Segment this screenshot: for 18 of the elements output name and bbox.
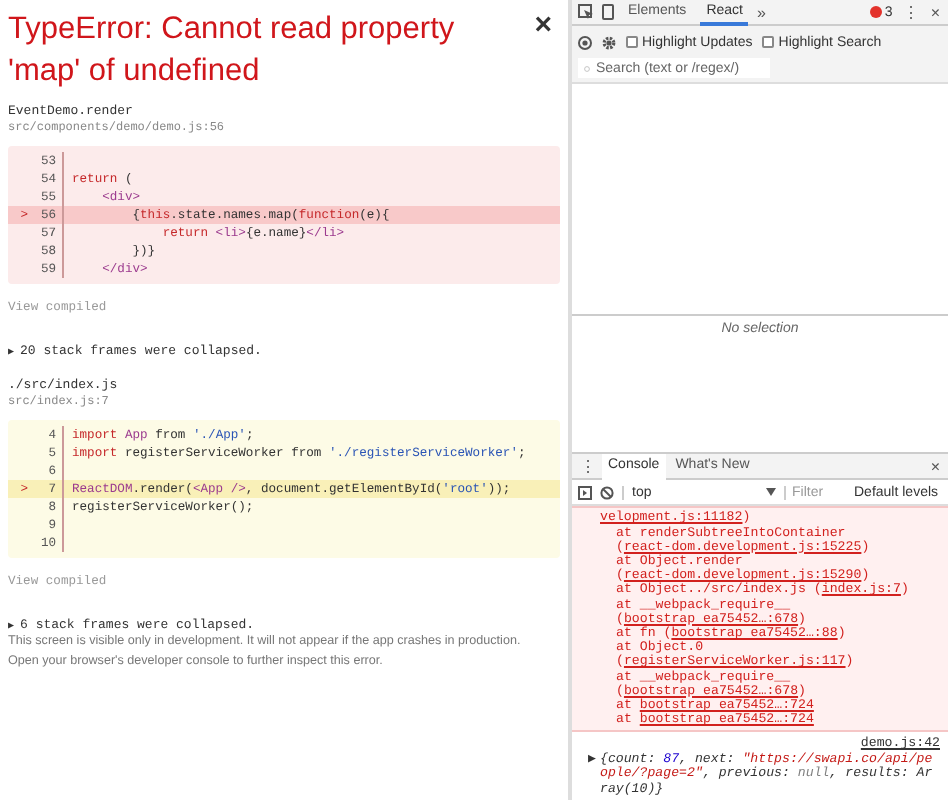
error-icon <box>870 6 883 18</box>
search-icon <box>584 63 590 73</box>
checkbox[interactable] <box>626 36 638 48</box>
close-button[interactable]: × <box>928 457 942 476</box>
gear-icon[interactable] <box>602 35 616 49</box>
device-icon[interactable] <box>602 4 614 20</box>
sidebar-icon[interactable] <box>578 485 592 500</box>
more-tabs-button[interactable]: » <box>756 3 766 21</box>
menu-button[interactable]: ⋮ <box>578 457 598 476</box>
clear-console-icon[interactable] <box>600 485 614 500</box>
close-button[interactable]: × <box>530 8 556 44</box>
menu-button[interactable]: ⋮ <box>900 3 921 21</box>
inspect-icon[interactable] <box>578 4 594 20</box>
error-title: TypeError: Cannot read property 'map' of undefined <box>8 10 457 92</box>
caret-icon <box>766 488 776 497</box>
close-button[interactable]: × <box>928 3 942 21</box>
target-icon[interactable] <box>578 35 592 49</box>
checkbox[interactable] <box>762 36 775 48</box>
